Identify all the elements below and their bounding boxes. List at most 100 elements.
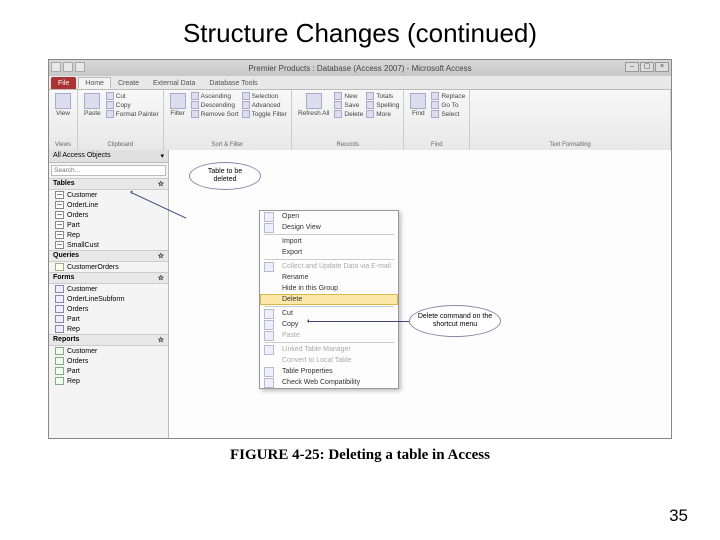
nav-report-orders[interactable]: Orders xyxy=(49,356,168,366)
close-button[interactable]: × xyxy=(655,62,669,72)
minimize-button[interactable]: – xyxy=(625,62,639,72)
group-sort-filter: Filter Ascending Descending Remove Sort … xyxy=(164,90,292,150)
ribbon-tabs: File Home Create External Data Database … xyxy=(49,76,671,90)
nav-table-rep[interactable]: Rep xyxy=(49,230,168,240)
advanced-button[interactable]: Advanced xyxy=(242,101,287,109)
group-clipboard: Paste Cut Copy Format Painter Clipboard xyxy=(78,90,164,150)
design-icon xyxy=(264,223,274,233)
table-icon xyxy=(55,231,64,239)
nav-report-rep[interactable]: Rep xyxy=(49,376,168,386)
copy-icon xyxy=(264,320,274,330)
toggle-filter-button[interactable]: Toggle Filter xyxy=(242,110,287,118)
select-button[interactable]: Select xyxy=(431,110,465,118)
nav-form-orderlinesubform[interactable]: OrderLineSubform xyxy=(49,294,168,304)
goto-button[interactable]: Go To xyxy=(431,101,465,109)
nav-table-customer[interactable]: Customer xyxy=(49,190,168,200)
find-button[interactable]: Find xyxy=(408,92,428,118)
save-record-button[interactable]: Save xyxy=(334,101,363,109)
ctx-hide[interactable]: Hide in this Group xyxy=(260,283,398,294)
copy-button[interactable]: Copy xyxy=(106,101,159,109)
nav-form-rep[interactable]: Rep xyxy=(49,324,168,334)
form-icon xyxy=(55,325,64,333)
nav-report-customer[interactable]: Customer xyxy=(49,346,168,356)
figure-caption: FIGURE 4-25: Deleting a table in Access xyxy=(0,447,720,464)
table-icon xyxy=(55,201,64,209)
replace-button[interactable]: Replace xyxy=(431,92,465,100)
ctx-open[interactable]: Open xyxy=(260,211,398,222)
collapse-icon: ☆ xyxy=(158,336,164,344)
ctx-collect-update: Collect and Update Data via E-mail xyxy=(260,261,398,272)
report-icon xyxy=(55,357,64,365)
table-icon xyxy=(55,241,64,249)
nav-group-tables[interactable]: Tables☆ xyxy=(49,178,168,190)
toggle-filter-icon xyxy=(242,110,250,118)
ascending-button[interactable]: Ascending xyxy=(191,92,239,100)
query-icon xyxy=(55,263,64,271)
copy-icon xyxy=(106,101,114,109)
cut-button[interactable]: Cut xyxy=(106,92,159,100)
nav-query-customerorders[interactable]: CustomerOrders xyxy=(49,262,168,272)
new-record-button[interactable]: New xyxy=(334,92,363,100)
nav-table-smallcust[interactable]: SmallCust xyxy=(49,240,168,250)
callout-arrow xyxy=(309,321,409,322)
quick-access-toolbar[interactable] xyxy=(51,62,85,72)
view-button[interactable]: View xyxy=(53,92,73,118)
ctx-cut[interactable]: Cut xyxy=(260,308,398,319)
ctx-export[interactable]: Export xyxy=(260,247,398,258)
refresh-all-button[interactable]: Refresh All xyxy=(296,92,331,118)
maximize-button[interactable]: ▢ xyxy=(640,62,654,72)
linked-icon xyxy=(264,345,274,355)
nav-header[interactable]: All Access Objects▾ xyxy=(49,150,168,163)
workspace: All Access Objects▾ Tables☆ Customer Ord… xyxy=(49,150,671,438)
replace-icon xyxy=(431,92,439,100)
select-icon xyxy=(431,110,439,118)
more-icon xyxy=(366,110,374,118)
spelling-button[interactable]: Spelling xyxy=(366,101,399,109)
nav-table-orders[interactable]: Orders xyxy=(49,210,168,220)
format-painter-icon xyxy=(106,110,114,118)
tab-external-data[interactable]: External Data xyxy=(146,77,202,89)
ctx-delete[interactable]: Delete xyxy=(260,294,398,305)
descending-button[interactable]: Descending xyxy=(191,101,239,109)
context-menu: Open Design View Import Export Collect a… xyxy=(259,210,399,389)
goto-icon xyxy=(431,101,439,109)
nav-group-reports[interactable]: Reports☆ xyxy=(49,334,168,346)
delete-record-button[interactable]: Delete xyxy=(334,110,363,118)
group-text-formatting: Text Formatting xyxy=(470,90,671,150)
ctx-design-view[interactable]: Design View xyxy=(260,222,398,233)
filter-button[interactable]: Filter xyxy=(168,92,188,118)
nav-form-customer[interactable]: Customer xyxy=(49,284,168,294)
nav-report-part[interactable]: Part xyxy=(49,366,168,376)
ribbon: View Views Paste Cut Copy Format Painter… xyxy=(49,90,671,150)
paste-button[interactable]: Paste xyxy=(82,92,103,118)
report-icon xyxy=(55,367,64,375)
navigation-pane: All Access Objects▾ Tables☆ Customer Ord… xyxy=(49,150,169,438)
tab-file[interactable]: File xyxy=(51,77,76,89)
form-icon xyxy=(55,295,64,303)
tab-database-tools[interactable]: Database Tools xyxy=(202,77,264,89)
ctx-check-web-compat[interactable]: Check Web Compatibility xyxy=(260,377,398,388)
nav-form-part[interactable]: Part xyxy=(49,314,168,324)
nav-form-orders[interactable]: Orders xyxy=(49,304,168,314)
new-icon xyxy=(334,92,342,100)
selection-icon xyxy=(242,92,250,100)
nav-search-input[interactable] xyxy=(51,165,166,176)
ctx-import[interactable]: Import xyxy=(260,236,398,247)
ctx-paste: Paste xyxy=(260,330,398,341)
totals-button[interactable]: Totals xyxy=(366,92,399,100)
selection-button[interactable]: Selection xyxy=(242,92,287,100)
ctx-rename[interactable]: Rename xyxy=(260,272,398,283)
tab-home[interactable]: Home xyxy=(78,77,111,89)
tab-create[interactable]: Create xyxy=(111,77,146,89)
nav-group-queries[interactable]: Queries☆ xyxy=(49,250,168,262)
chevron-down-icon: ▾ xyxy=(160,152,164,160)
ctx-table-properties[interactable]: Table Properties xyxy=(260,366,398,377)
find-icon xyxy=(410,93,426,109)
nav-group-forms[interactable]: Forms☆ xyxy=(49,272,168,284)
format-painter-button[interactable]: Format Painter xyxy=(106,110,159,118)
remove-sort-button[interactable]: Remove Sort xyxy=(191,110,239,118)
nav-table-part[interactable]: Part xyxy=(49,220,168,230)
more-button[interactable]: More xyxy=(366,110,399,118)
delete-icon xyxy=(334,110,342,118)
table-icon xyxy=(55,211,64,219)
